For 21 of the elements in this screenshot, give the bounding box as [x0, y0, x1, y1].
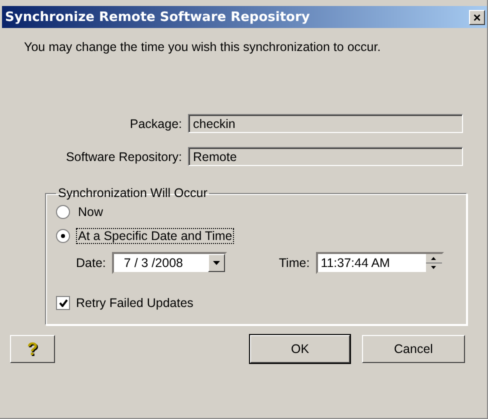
- readonly-field: checkin: [188, 114, 463, 133]
- instruction-text: You may change the time you wish this synchronization to occur.: [24, 40, 382, 54]
- group-title: Synchronization Will Occur: [57, 186, 208, 200]
- dropdown-arrow-icon: [212, 261, 220, 265]
- date-picker[interactable]: 7 / 3 /2008: [112, 252, 227, 274]
- field-label: Package:: [128, 116, 183, 130]
- checkbox-label[interactable]: Retry Failed Updates: [76, 296, 194, 310]
- option-label[interactable]: Now: [76, 204, 106, 220]
- ok-button[interactable]: OK: [250, 335, 350, 363]
- cancel-button[interactable]: Cancel: [362, 335, 465, 363]
- time-label: Time:: [278, 256, 310, 270]
- time-field[interactable]: 11:37:44 AM: [316, 252, 444, 274]
- date-label: Date:: [76, 256, 106, 270]
- close-button[interactable]: ×: [469, 10, 485, 24]
- field-label: Software Repository:: [64, 150, 183, 164]
- window-title: Synchronize Remote Software Repository: [5, 10, 310, 24]
- radio-button[interactable]: [56, 205, 70, 219]
- checkbox[interactable]: [56, 296, 70, 310]
- readonly-field: Remote: [188, 147, 463, 166]
- option-label[interactable]: At a Specific Date and Time: [76, 228, 234, 244]
- radio-button[interactable]: [56, 229, 70, 243]
